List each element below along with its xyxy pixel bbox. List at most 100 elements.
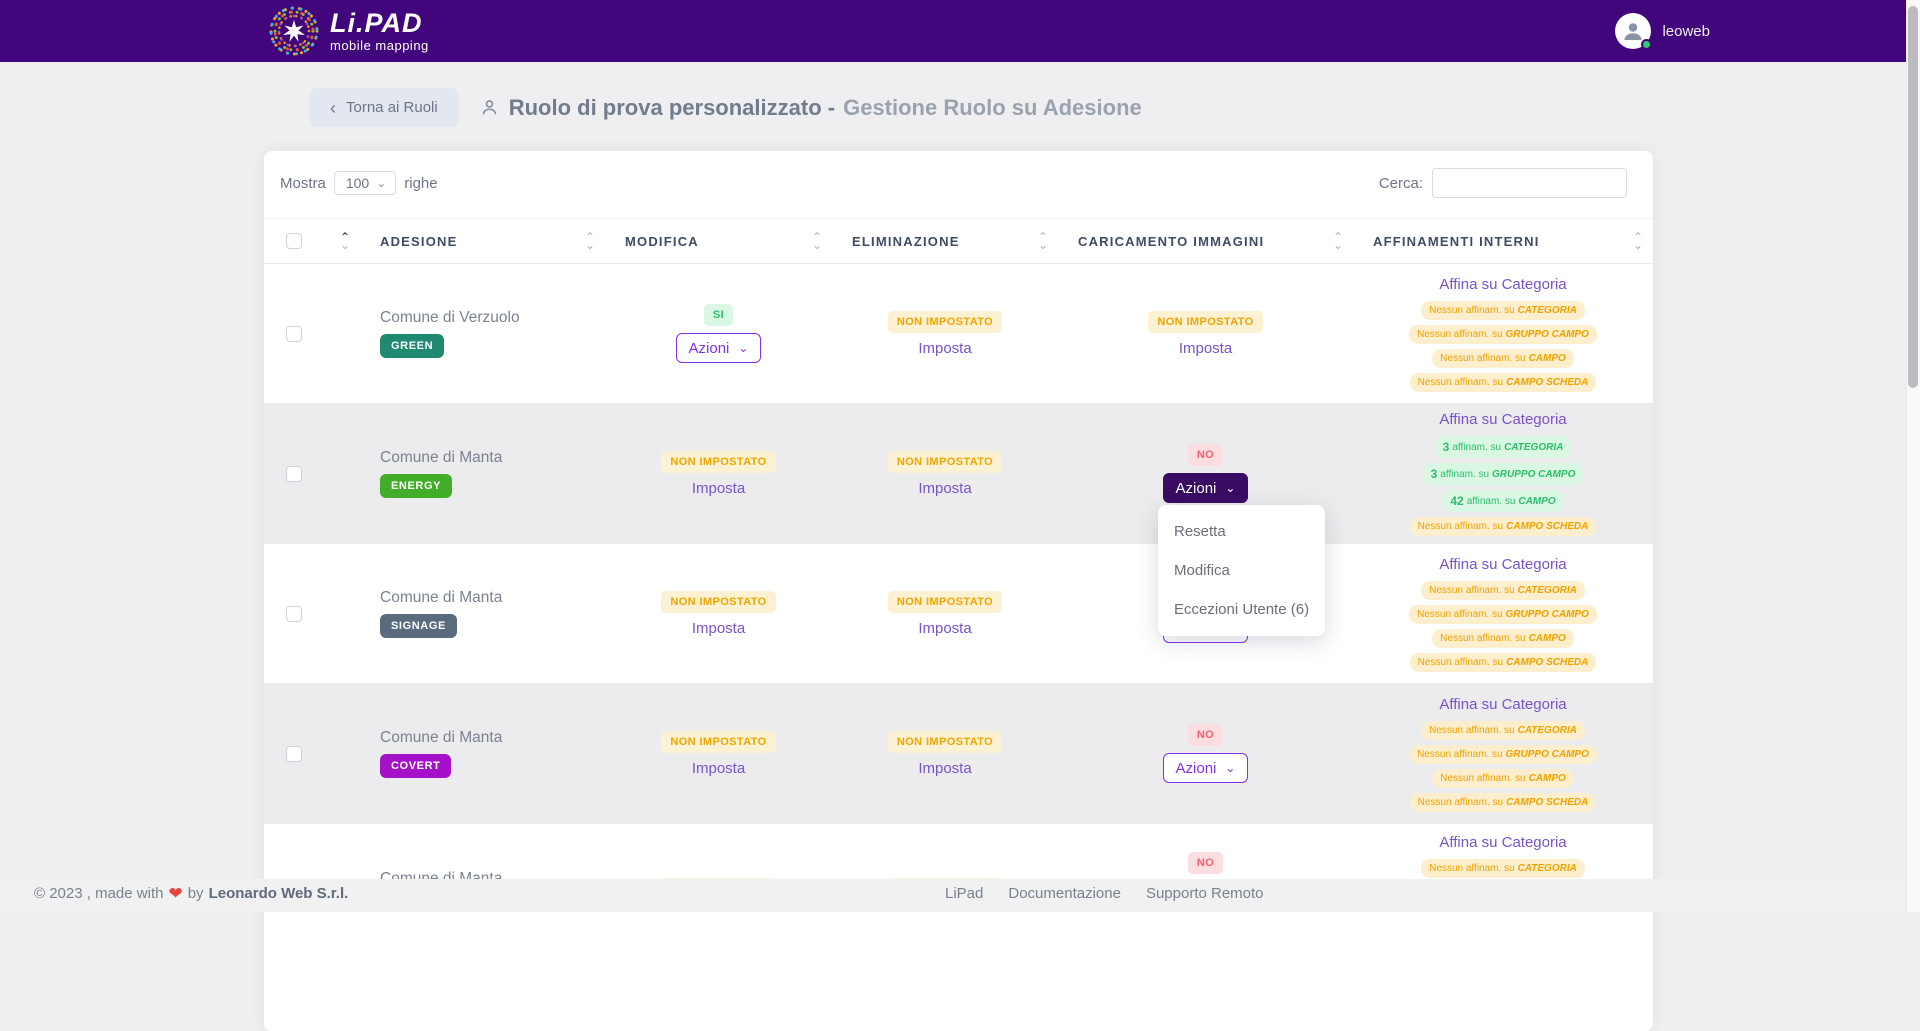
header-eliminazione[interactable]: ELIMINAZIONE ⌃⌄ [832, 219, 1058, 263]
row-checkbox[interactable] [286, 326, 302, 342]
back-button-label: Torna ai Ruoli [346, 99, 438, 116]
header-adesione[interactable]: ADESIONE ⌃⌄ [360, 219, 605, 263]
imposta-link[interactable]: Imposta [692, 480, 745, 497]
footer-link-documentazione[interactable]: Documentazione [1008, 885, 1121, 902]
affinamento-badge: 3affinam. suGRUPPO CAMPO [1423, 463, 1584, 485]
imposta-link[interactable]: Imposta [918, 620, 971, 637]
affina-categoria-link[interactable]: Affina su Categoria [1439, 411, 1566, 428]
footer: © 2023 , made with ❤ by Leonardo Web S.r… [0, 879, 1920, 912]
page-header: ‹ Torna ai Ruoli Ruolo di prova personal… [310, 88, 1142, 127]
menu-item-modifica[interactable]: Modifica [1158, 551, 1325, 590]
top-navbar: Li.PAD mobile mapping leoweb [0, 0, 1920, 62]
sort-toggle[interactable]: ⌃⌄ [1633, 233, 1643, 249]
azioni-button[interactable]: Azioni ⌄ [676, 333, 762, 363]
search-label: Cerca: [1379, 175, 1423, 192]
sort-desc-icon: ⌄ [340, 241, 350, 249]
imposta-link[interactable]: Imposta [1179, 340, 1232, 357]
rows-per-page-control: Mostra 100 ⌄ righe [280, 171, 438, 195]
logo-subtitle: mobile mapping [330, 39, 429, 52]
sort-toggle[interactable]: ⌃⌄ [585, 233, 595, 249]
affinamento-badge: Nessun affinam. suCATEGORIA [1421, 581, 1585, 600]
user-menu[interactable]: leoweb [1615, 0, 1710, 62]
adesione-tag-badge: GREEN [380, 334, 444, 358]
scrollbar-track[interactable] [1906, 0, 1920, 912]
footer-links: LiPad Documentazione Supporto Remoto [945, 885, 1264, 902]
heart-icon: ❤ [168, 885, 182, 902]
affinamento-badge: Nessun affinam. suCAMPO [1432, 769, 1574, 788]
back-button[interactable]: ‹ Torna ai Ruoli [310, 88, 458, 127]
rows-suffix-label: righe [404, 175, 437, 192]
search-control: Cerca: [1379, 168, 1627, 198]
sort-toggle[interactable]: ⌃⌄ [1333, 233, 1343, 249]
adesione-name: Comune di Verzuolo [380, 309, 520, 327]
footer-link-lipad[interactable]: LiPad [945, 885, 983, 902]
sort-toggle[interactable]: ⌃⌄ [340, 233, 350, 249]
header-modifica[interactable]: MODIFICA ⌃⌄ [605, 219, 832, 263]
status-badge: NON IMPOSTATO [888, 731, 1002, 753]
row-checkbox[interactable] [286, 466, 302, 482]
page-title: Ruolo di prova personalizzato - Gestione… [480, 95, 1142, 121]
table-row: Comune di Manta SIGNAGE NON IMPOSTATO Im… [264, 543, 1653, 683]
rows-per-page-value: 100 [346, 175, 369, 191]
status-badge: NON IMPOSTATO [661, 731, 775, 753]
avatar [1615, 13, 1651, 49]
row-checkbox[interactable] [286, 606, 302, 622]
affinamento-badge: Nessun affinam. suCATEGORIA [1421, 859, 1585, 878]
affina-categoria-link[interactable]: Affina su Categoria [1439, 834, 1566, 851]
header-caricamento-immagini[interactable]: CARICAMENTO IMMAGINI ⌃⌄ [1058, 219, 1353, 263]
app-logo[interactable]: Li.PAD mobile mapping [268, 5, 429, 57]
chevron-down-icon: ⌄ [1225, 761, 1235, 775]
chevron-down-icon: ⌄ [738, 341, 748, 355]
menu-item-resetta[interactable]: Resetta [1158, 512, 1325, 551]
adesione-tag-badge: ENERGY [380, 474, 452, 498]
adesione-name: Comune di Manta [380, 449, 502, 467]
sort-toggle[interactable]: ⌃⌄ [1038, 233, 1048, 249]
page-title-sub: Gestione Ruolo su Adesione [843, 95, 1142, 121]
rows-per-page-select[interactable]: 100 ⌄ [334, 171, 396, 195]
header-select-column: ⌃⌄ [264, 219, 360, 263]
azioni-button[interactable]: Azioni ⌄ [1163, 753, 1249, 783]
affinamento-badge: Nessun affinam. suCAMPO SCHEDA [1410, 793, 1597, 812]
sort-desc-icon: ⌄ [1633, 241, 1643, 249]
imposta-link[interactable]: Imposta [692, 760, 745, 777]
affina-categoria-link[interactable]: Affina su Categoria [1439, 696, 1566, 713]
menu-item-eccezioni-utente[interactable]: Eccezioni Utente (6) [1158, 590, 1325, 629]
chevron-down-icon: ⌄ [376, 176, 386, 190]
footer-link-supporto-remoto[interactable]: Supporto Remoto [1146, 885, 1264, 902]
affinamento-badge: Nessun affinam. suCATEGORIA [1421, 721, 1585, 740]
affinamento-badge: Nessun affinam. suCAMPO [1432, 629, 1574, 648]
search-input[interactable] [1432, 168, 1627, 198]
adesione-name: Comune di Manta [380, 729, 502, 747]
affinamento-badge: 3affinam. suCATEGORIA [1435, 436, 1572, 458]
azioni-dropdown-menu: Resetta Modifica Eccezioni Utente (6) [1158, 505, 1325, 636]
person-icon [1621, 19, 1645, 43]
imposta-link[interactable]: Imposta [692, 620, 745, 637]
status-badge: NON IMPOSTATO [888, 311, 1002, 333]
azioni-button-open[interactable]: Azioni ⌄ [1163, 473, 1249, 503]
imposta-link[interactable]: Imposta [918, 760, 971, 777]
affinamento-badge: Nessun affinam. suCATEGORIA [1421, 301, 1585, 320]
sort-toggle[interactable]: ⌃⌄ [812, 233, 822, 249]
affinamento-badge: 42affinam. suCAMPO [1442, 490, 1563, 512]
affina-categoria-link[interactable]: Affina su Categoria [1439, 276, 1566, 293]
sort-desc-icon: ⌄ [1333, 241, 1343, 249]
status-badge: NO [1188, 444, 1223, 466]
affina-categoria-link[interactable]: Affina su Categoria [1439, 556, 1566, 573]
table-row: Comune di Verzuolo GREEN SI Azioni ⌄ NON… [264, 263, 1653, 403]
show-label: Mostra [280, 175, 326, 192]
scrollbar-thumb[interactable] [1908, 6, 1918, 388]
status-badge: NON IMPOSTATO [1148, 311, 1262, 333]
table-row: Comune di Manta COVERT NON IMPOSTATO Imp… [264, 683, 1653, 823]
imposta-link[interactable]: Imposta [918, 340, 971, 357]
footer-company: Leonardo Web S.r.l. [209, 885, 349, 902]
affinamento-badge: Nessun affinam. suCAMPO [1432, 349, 1574, 368]
row-checkbox[interactable] [286, 746, 302, 762]
imposta-link[interactable]: Imposta [918, 480, 971, 497]
role-user-icon [480, 98, 499, 117]
sort-desc-icon: ⌄ [585, 241, 595, 249]
affinamento-badge: Nessun affinam. suGRUPPO CAMPO [1409, 745, 1597, 764]
header-affinamenti-interni[interactable]: AFFINAMENTI INTERNI ⌃⌄ [1353, 219, 1653, 263]
select-all-checkbox[interactable] [286, 233, 302, 249]
sort-desc-icon: ⌄ [1038, 241, 1048, 249]
affinamento-badge: Nessun affinam. suCAMPO SCHEDA [1410, 517, 1597, 536]
